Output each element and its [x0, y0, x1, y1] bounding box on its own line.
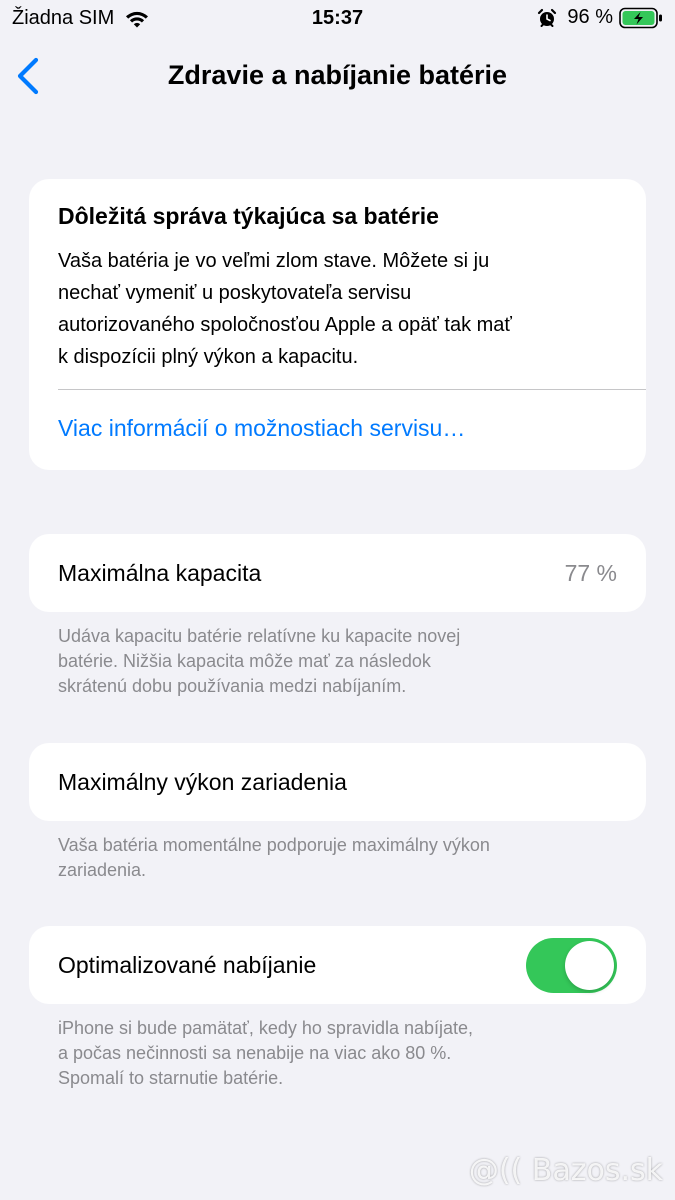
footnote-line: batérie. Nižšia kapacita môže mať za nás…	[58, 651, 431, 671]
footnote-line: Spomalí to starnutie batérie.	[58, 1068, 284, 1088]
battery-message-card: Dôležitá správa týkajúca sa batérie Vaša…	[29, 179, 646, 470]
bazos-watermark: @(( Bazos.sk	[468, 1153, 663, 1188]
message-line: nechať vymeniť u poskytovateľa servisu	[58, 282, 412, 304]
footnote-line: zariadenia.	[58, 860, 147, 880]
page-title: Zdravie a nabíjanie batérie	[167, 60, 508, 90]
status-right: 96 %	[537, 6, 663, 29]
max-capacity-label: Maximálna kapacita	[58, 560, 262, 586]
battery-percent: 96 %	[567, 6, 613, 28]
message-line: k dispozícii plný výkon a kapacitu.	[58, 346, 359, 368]
peak-performance-label: Maximálny výkon zariadenia	[58, 769, 347, 795]
peak-performance-row: Maximálny výkon zariadenia	[29, 743, 646, 821]
footnote-line: Udáva kapacitu batérie relatívne ku kapa…	[58, 626, 461, 646]
footnote-line: skrátenú dobu používania medzi nabíjaním…	[58, 676, 407, 696]
peak-performance-footnote: Vaša batéria momentálne podporuje maximá…	[58, 833, 618, 883]
toggle-knob	[565, 941, 614, 990]
max-capacity-row: Maximálna kapacita 77 %	[29, 534, 646, 612]
max-capacity-footnote: Udáva kapacitu batérie relatívne ku kapa…	[58, 624, 618, 699]
message-line: Vaša batéria je vo veľmi zlom stave. Môž…	[58, 250, 490, 272]
message-line: autorizovaného spoločnosťou Apple a opäť…	[58, 314, 512, 336]
optimized-charging-footnote: iPhone si bude pamätať, kedy ho spravidl…	[58, 1016, 618, 1091]
service-options-link[interactable]: Viac informácií o možnostiach servisu…	[58, 415, 465, 442]
message-title: Dôležitá správa týkajúca sa batérie	[58, 203, 439, 229]
optimized-charging-label: Optimalizované nabíjanie	[58, 952, 317, 978]
message-body: Vaša batéria je vo veľmi zlom stave. Môž…	[58, 245, 623, 373]
alarm-icon	[538, 8, 557, 27]
footnote-line: Vaša batéria momentálne podporuje maximá…	[58, 835, 490, 855]
optimized-charging-toggle[interactable]	[526, 938, 617, 993]
divider	[58, 389, 646, 390]
optimized-charging-row: Optimalizované nabíjanie	[29, 926, 646, 1004]
max-capacity-value: 77 %	[564, 560, 617, 586]
footnote-line: a počas nečinnosti sa nenabije na viac a…	[58, 1043, 452, 1063]
battery-icon	[619, 7, 662, 28]
footnote-line: iPhone si bude pamätať, kedy ho spravidl…	[58, 1018, 474, 1038]
navigation-bar: Zdravie a nabíjanie batérie	[0, 48, 675, 104]
status-bar: Žiadna SIM 15:37 96 %	[0, 0, 675, 38]
